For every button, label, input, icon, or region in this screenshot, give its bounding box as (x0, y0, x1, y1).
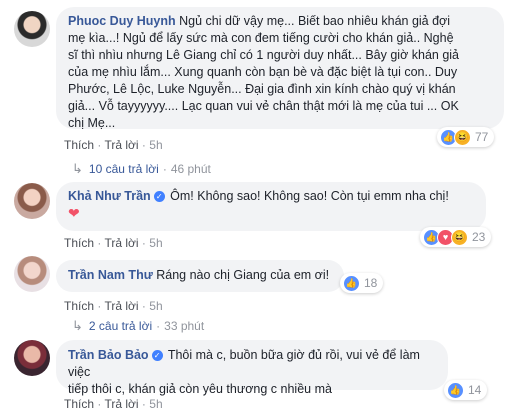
reply-arrow-icon: ↳ (72, 161, 83, 176)
comment-text-line: giả... Vỗ tayyyyyy.... Lạc quan vui vẻ c… (68, 99, 459, 113)
like-link[interactable]: Thích (64, 138, 94, 152)
avatar[interactable] (14, 11, 50, 47)
comment-text-line: Ôm! Không sao! Không sao! Còn tụi emm nh… (170, 189, 449, 203)
view-replies-link[interactable]: ↳ 2 câu trả lời · 33 phút (72, 318, 204, 334)
comment-bubble: Phuoc Duy Huynh Ngủ chi dữ vậy mẹ... Biế… (56, 7, 504, 130)
reply-arrow-icon: ↳ (72, 318, 83, 333)
reaction-count: 77 (475, 130, 489, 144)
comment-kha-nhu-tran: Khả Như Trần ✓ Ôm! Không sao! Không sao! … (0, 178, 515, 252)
comment-text-line: Phước, Lê Lộc, Luke Nguyễn... Đại gia đì… (68, 82, 456, 96)
comment-bubble: Khả Như Trần ✓ Ôm! Không sao! Không sao! … (56, 182, 486, 231)
comment-actions: Thích · Trả lời · 5h (64, 397, 163, 411)
reply-link[interactable]: Trả lời (104, 397, 138, 411)
comment-bubble: Trần Nam Thư Ráng nào chị Giang của em ơ… (56, 260, 344, 292)
reply-link[interactable]: Trả lời (104, 299, 138, 313)
comment-timestamp[interactable]: 5h (149, 397, 162, 411)
haha-reaction-icon: 😆 (451, 228, 468, 246)
comment-actions: Thích · Trả lời · 5h (64, 236, 163, 250)
like-link[interactable]: Thích (64, 397, 94, 411)
like-reaction-icon: 👍 (343, 274, 360, 292)
replies-time: 46 phút (170, 162, 211, 176)
avatar[interactable] (14, 256, 50, 292)
author-name[interactable]: Phuoc Duy Huynh (68, 14, 176, 28)
comment-text-line: mẹ kìa...! Ngủ để lấy sức mà con đem tiế… (68, 31, 454, 45)
view-replies-link[interactable]: ↳ 10 câu trả lời · 46 phút (72, 161, 211, 177)
comment-timestamp[interactable]: 5h (149, 138, 162, 152)
replies-count[interactable]: 2 câu trả lời (89, 319, 152, 333)
comment-text-line: chị Mẹ... (68, 116, 116, 130)
comment-tran-bao-bao: Trần Bảo Bảo ✓ Thôi mà c, buồn bữa giờ đủ… (0, 337, 515, 417)
comment-text-line: sĩ thì nhìu nhưng Lê Giang chỉ có 1 ngườ… (68, 48, 460, 62)
comment-actions: Thích · Trả lời · 5h (64, 299, 163, 313)
reaction-count: 23 (472, 230, 486, 244)
like-link[interactable]: Thích (64, 299, 94, 313)
comment-phuoc-duy-huynh: Phuoc Duy Huynh Ngủ chi dữ vậy mẹ... Biế… (0, 0, 515, 178)
reaction-count: 18 (364, 276, 378, 290)
reactions-summary[interactable]: 👍 18 (340, 273, 384, 293)
replies-count[interactable]: 10 câu trả lời (89, 162, 159, 176)
like-link[interactable]: Thích (64, 236, 94, 250)
reply-link[interactable]: Trả lời (104, 236, 138, 250)
comment-text-line: tiếp thôi c, khán giả còn yêu thương c n… (68, 382, 332, 396)
replies-time: 33 phút (164, 319, 205, 333)
comment-tran-nam-thu: Trần Nam Thư Ráng nào chị Giang của em ơ… (0, 252, 515, 337)
author-name[interactable]: Trần Nam Thư (68, 268, 153, 282)
comment-actions: Thích · Trả lời · 5h (64, 138, 163, 152)
reactions-summary[interactable]: 👍 😆 77 (437, 127, 495, 147)
comment-text-line: Ráng nào chị Giang của em ơi! (156, 268, 330, 282)
comment-timestamp[interactable]: 5h (149, 299, 162, 313)
comment-bubble: Trần Bảo Bảo ✓ Thôi mà c, buồn bữa giờ đủ… (56, 340, 448, 396)
reactions-summary[interactable]: 👍 14 (444, 380, 488, 400)
verified-badge-icon: ✓ (151, 350, 163, 361)
comment-timestamp[interactable]: 5h (149, 236, 162, 250)
author-name[interactable]: Trần Bảo Bảo (68, 348, 149, 362)
reaction-count: 14 (468, 383, 482, 397)
reply-link[interactable]: Trả lời (104, 138, 138, 152)
avatar[interactable] (14, 340, 50, 376)
heart-emoji-icon: ❤ (68, 205, 80, 221)
like-reaction-icon: 👍 (447, 381, 464, 399)
comment-text-line: Ngủ chi dữ vậy mẹ... Biết bao nhiêu khán… (179, 14, 451, 28)
author-name[interactable]: Khả Như Trần (68, 189, 151, 203)
reactions-summary[interactable]: 👍 ♥ 😆 23 (420, 227, 492, 247)
avatar[interactable] (14, 183, 50, 219)
verified-badge-icon: ✓ (153, 191, 165, 202)
haha-reaction-icon: 😆 (454, 128, 471, 146)
comment-text-line: của mẹ nhìu lắm... Xung quanh còn bạn bè… (68, 65, 458, 79)
